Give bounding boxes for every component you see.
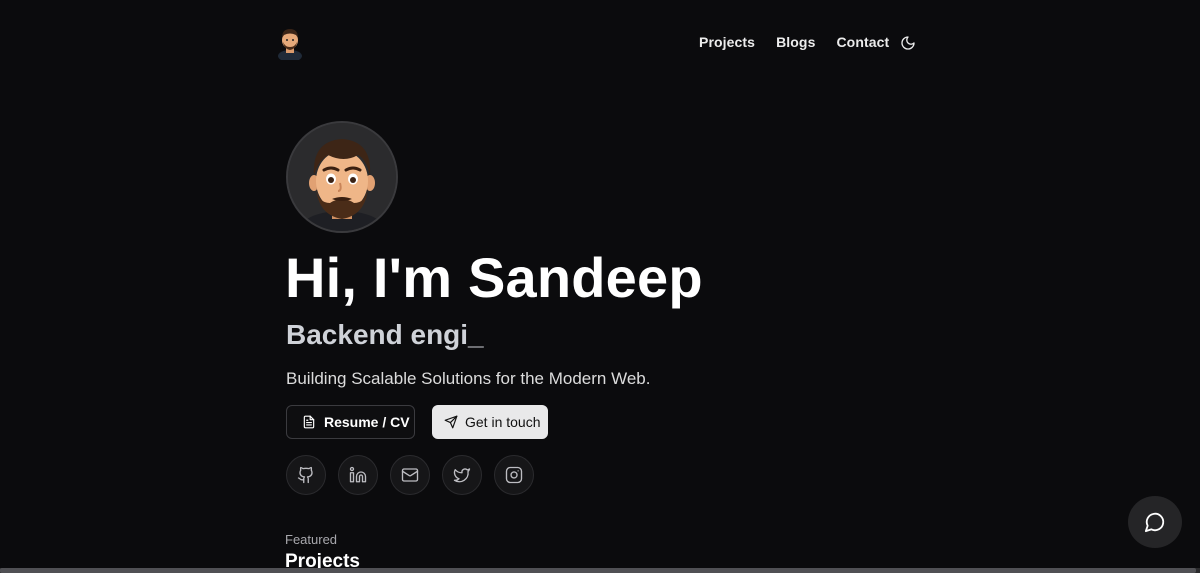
hero-tagline: Building Scalable Solutions for the Mode… <box>286 369 651 388</box>
page: Projects Blogs Contact Hi, I'm Sandeep B… <box>0 0 1200 573</box>
chat-button[interactable] <box>1128 496 1182 548</box>
twitter-link[interactable] <box>442 455 482 495</box>
horizontal-scrollbar[interactable] <box>0 568 1200 573</box>
hero-role-typewriter: Backend engi_ <box>286 319 484 350</box>
nav-avatar[interactable] <box>275 26 305 62</box>
resume-button[interactable]: Resume / CV <box>286 405 415 439</box>
send-icon <box>444 415 458 429</box>
resume-button-label: Resume / CV <box>324 414 410 430</box>
get-in-touch-button[interactable]: Get in touch <box>432 405 548 439</box>
nav-link-contact[interactable]: Contact <box>836 34 889 50</box>
file-text-icon <box>302 415 316 429</box>
instagram-icon <box>505 466 523 484</box>
github-icon <box>297 466 313 484</box>
linkedin-icon <box>349 466 367 483</box>
featured-label: Featured <box>285 532 338 547</box>
nav-link-blogs[interactable]: Blogs <box>776 34 815 50</box>
hero-avatar <box>286 121 398 233</box>
instagram-link[interactable] <box>494 455 534 495</box>
linkedin-link[interactable] <box>338 455 378 495</box>
scrollbar-thumb[interactable] <box>0 568 1196 573</box>
mail-icon <box>401 468 419 482</box>
twitter-icon <box>453 468 471 483</box>
github-link[interactable] <box>286 455 326 495</box>
nav-link-projects[interactable]: Projects <box>699 34 755 50</box>
mail-link[interactable] <box>390 455 430 495</box>
chat-bubble-icon <box>1144 512 1165 533</box>
theme-toggle-button[interactable] <box>900 35 916 51</box>
hero-title: Hi, I'm Sandeep <box>285 246 703 309</box>
moon-icon <box>901 36 915 50</box>
nav-links: Projects Blogs Contact <box>699 34 889 50</box>
get-in-touch-label: Get in touch <box>465 414 541 430</box>
